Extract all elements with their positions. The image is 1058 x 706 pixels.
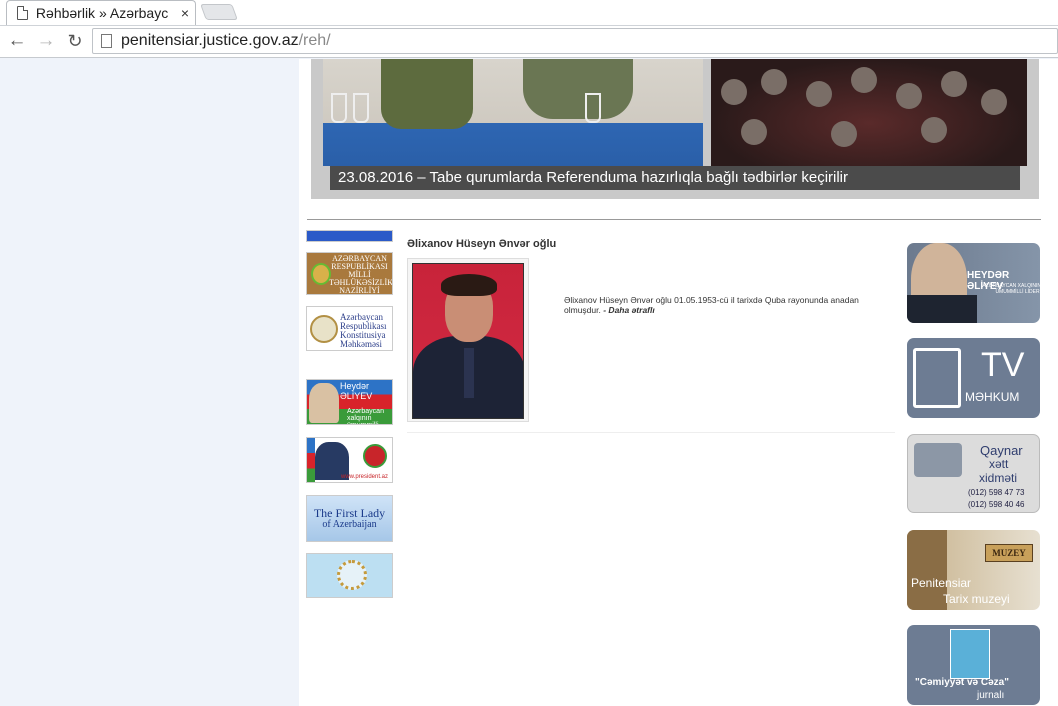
page-icon <box>101 34 112 48</box>
phone-icon <box>914 443 962 477</box>
banner-mtn[interactable]: AZƏRBAYCAN RESPUBLİKASI MİLLİ TƏHLÜKƏSİZ… <box>306 252 393 295</box>
banner-journal[interactable]: "Cəmiyyət və Cəza" jurnalı <box>907 625 1040 705</box>
film-camera-icon <box>913 348 961 408</box>
tab-title: Rəhbərlik » Azərbayc <box>35 5 169 21</box>
tab-bar: Rəhbərlik » Azərbayc × <box>0 0 1058 26</box>
banner-blue[interactable] <box>306 230 393 242</box>
emblem-icon <box>310 315 338 343</box>
person-photo <box>407 258 529 422</box>
slider-photo-meeting-table <box>323 59 703 166</box>
forward-arrow-icon[interactable]: → <box>35 30 57 52</box>
emblem-icon <box>311 263 331 285</box>
banner-heydar-aliyev[interactable]: Heydər ƏLİYEV Azərbaycan xalqının ümummi… <box>306 379 393 425</box>
banner-tv-mehkum[interactable]: TV MƏHKUM <box>907 338 1040 418</box>
journal-cover <box>950 629 990 679</box>
banner-hotline[interactable]: Qaynar xətt xidməti (012) 598 47 73 (012… <box>907 434 1040 513</box>
banner-ornament[interactable] <box>306 553 393 598</box>
back-arrow-icon[interactable]: ← <box>6 30 28 52</box>
slider-caption[interactable]: 23.08.2016 – Tabe qurumlarda Referenduma… <box>330 166 1020 190</box>
url-host: penitensiar.justice.gov.az <box>121 32 299 49</box>
url-path: /reh/ <box>298 32 331 49</box>
emblem-icon <box>363 444 387 468</box>
page-icon <box>17 6 28 20</box>
new-tab-button[interactable] <box>200 4 238 20</box>
divider <box>407 432 895 433</box>
ornament-icon <box>337 560 367 590</box>
browser-tab[interactable]: Rəhbərlik » Azərbayc × <box>6 0 196 25</box>
browser-toolbar: ← → ↻ penitensiar.justice.gov.az/reh/ <box>0 26 1058 58</box>
divider <box>307 219 1041 220</box>
page-content: 23.08.2016 – Tabe qurumlarda Referenduma… <box>299 59 1058 706</box>
flag-icon <box>307 438 315 482</box>
person-bio: Əlixanov Hüseyn Ənvər oğlu 01.05.1953-cü… <box>564 295 859 315</box>
slider-photo-audience <box>711 59 1027 166</box>
reload-icon[interactable]: ↻ <box>64 30 86 52</box>
banner-museum[interactable]: MUZEY Penitensiar Tarix muzeyi <box>907 530 1040 610</box>
banner-president[interactable]: www.president.az <box>306 437 393 483</box>
close-tab-icon[interactable]: × <box>181 5 189 21</box>
banner-constitutional-court[interactable]: Azərbaycan Respublikası Konstitusiya Məh… <box>306 306 393 351</box>
person-name: Əlixanov Hüseyn Ənvər oğlu <box>407 238 557 250</box>
address-bar[interactable]: penitensiar.justice.gov.az/reh/ <box>92 28 1058 54</box>
portrait <box>412 263 524 419</box>
news-slider[interactable]: 23.08.2016 – Tabe qurumlarda Referenduma… <box>311 59 1039 199</box>
portrait <box>309 383 339 423</box>
banner-heydar-aliyev-right[interactable]: HEYDƏR ƏLİYEV AZƏRBAYCAN XALQININ ÜMUMMİ… <box>907 243 1040 323</box>
more-link[interactable]: - Daha ətraflı <box>603 305 655 315</box>
banner-first-lady[interactable]: The First Lady of Azerbaijan <box>306 495 393 542</box>
